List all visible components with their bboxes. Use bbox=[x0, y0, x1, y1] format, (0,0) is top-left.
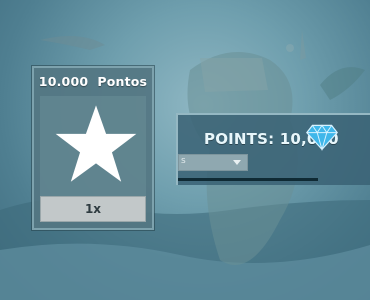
star-icon bbox=[55, 105, 137, 182]
divider-line bbox=[178, 178, 318, 181]
diamond-gem-icon bbox=[306, 124, 338, 151]
dropdown-value: s bbox=[181, 156, 186, 166]
dropdown-select[interactable]: s bbox=[178, 154, 248, 171]
reward-title: 10.000 Pontos bbox=[38, 74, 148, 89]
points-panel: POINTS: 10,000 s bbox=[176, 113, 370, 185]
reward-card[interactable]: 10.000 Pontos 1x bbox=[32, 66, 154, 230]
chevron-down-icon bbox=[233, 160, 241, 165]
quantity-badge: 1x bbox=[40, 196, 146, 222]
